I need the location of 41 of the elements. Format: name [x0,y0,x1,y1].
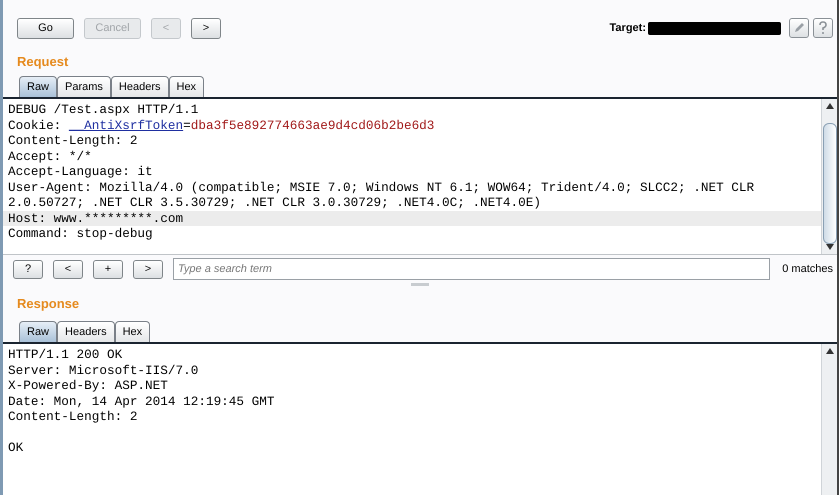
tab[interactable]: Hex [114,321,150,342]
tab[interactable]: Raw [19,76,58,97]
edit-button[interactable] [789,18,809,38]
code-line: Accept: */* [7,148,93,164]
code-line: Cookie: __AntiXsrfToken=dba3f5e892774663ae9d4cd06b2be6d3 [7,118,436,133]
help-button[interactable] [813,18,833,38]
scrollbar[interactable] [821,99,837,254]
down-arrow-icon[interactable] [826,244,834,250]
code-line: Content-Length: 2 [7,409,138,424]
code-line: Command: stop-debug [7,226,154,242]
search-nav-button[interactable]: + [93,260,123,278]
search-nav-button[interactable]: ? [13,260,43,278]
code-line: 2.0.50727; .NET CLR 3.5.30729; .NET CLR 3.0.30729; .NET4.0C; .NET4.0E) [7,195,542,210]
code-line: X-Powered-By: ASP.NET [7,378,169,394]
up-arrow-icon[interactable] [826,348,834,354]
question-mark-icon [818,21,828,35]
search-field[interactable]: Type a search term [173,258,770,280]
pencil-icon [793,22,805,34]
toolbar-button[interactable]: > [191,18,221,38]
search-nav-button[interactable]: < [53,260,83,278]
tab[interactable]: Hex [168,76,204,97]
code-line: Date: Mon, 14 Apr 2014 12:19:45 GMT [7,394,276,409]
code-line: Accept-Language: it [7,164,154,180]
tab[interactable]: Raw [19,321,58,342]
code-line: Content-Length: 2 [7,133,138,148]
code-line: Server: Microsoft-IIS/7.0 [7,362,200,378]
code-line: HTTP/1.1 200 OK [7,347,124,362]
scrollbar[interactable] [821,344,837,495]
search-nav-button[interactable]: > [133,260,163,278]
tab[interactable]: Params [57,76,111,97]
target-label: Target: [610,20,646,36]
tab[interactable]: Headers [57,321,115,342]
code-line: OK [7,440,24,456]
match-count: 0 matches [782,262,833,277]
section-title: Request [16,53,70,72]
toolbar-button[interactable]: Go [17,18,74,38]
code-line: User-Agent: Mozilla/4.0 (compatible; MSIE 7.0; Windows NT 6.1; WOW64; Trident/4.0; SLCC2; .NET CLR [7,180,756,195]
up-arrow-icon[interactable] [826,103,834,109]
code-line: DEBUG /Test.aspx HTTP/1.1 [7,102,200,118]
section-title: Response [16,295,80,314]
tab[interactable]: Headers [110,76,168,97]
